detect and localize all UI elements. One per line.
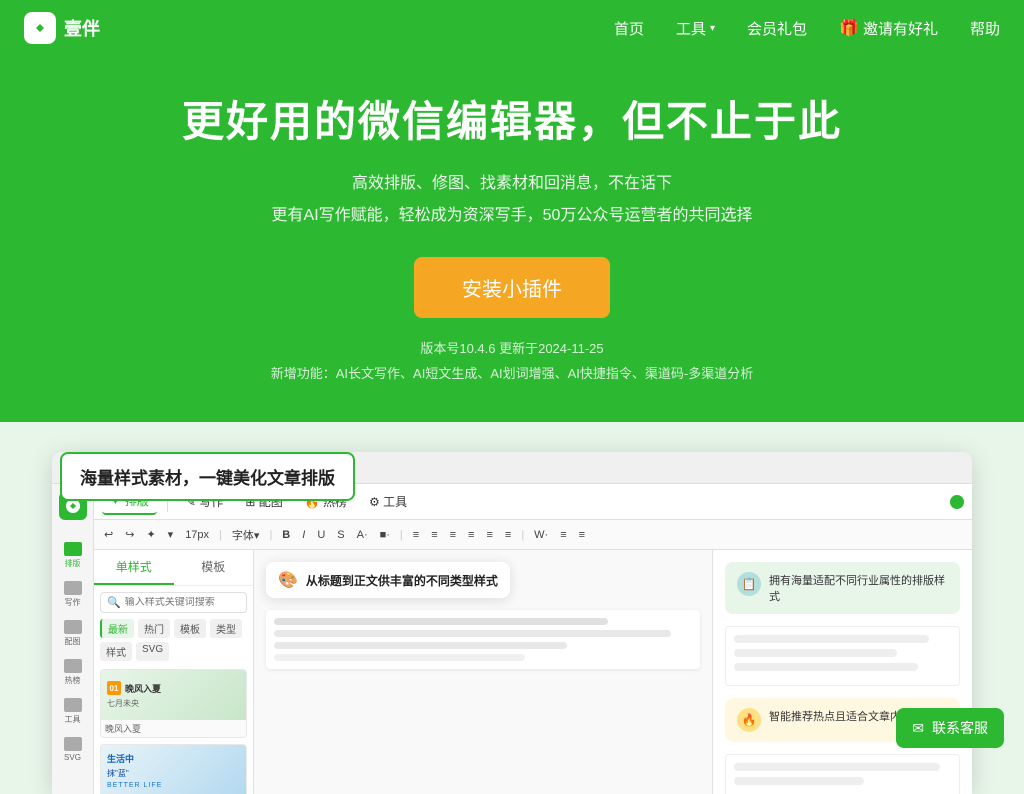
customer-service-button[interactable]: ✉ 联系客服 [896,708,1004,748]
style-tags: 最新 热门 模板 类型 样式 SVG [94,619,253,665]
app-content: 单样式 模板 🔍 最新 热门 模板 类型 样式 [94,550,972,794]
fmt-undo[interactable]: ↩ [100,526,117,543]
fmt-fontsize[interactable]: 17px [181,527,213,543]
gift-icon: 🎁 [839,18,859,38]
preview-line-4 [734,763,940,771]
fmt-bgcolor[interactable]: ■· [376,527,394,543]
search-icon: 🔍 [107,596,121,609]
tag-hot[interactable]: 热门 [138,619,170,638]
screenshot-section: 海量样式素材，一键美化文章排版 排版 [0,422,1024,794]
browser-window: 排版 写作 配图 热榜 工具 [52,452,972,794]
version-info: 版本号10.4.6 更新于2024-11-25 [420,338,603,357]
style-card-preview-1: 01 晚风入夏 七月未央 [101,670,246,720]
header: 壹伴 首页 工具 ▾ 会员礼包 🎁 邀请有好礼 帮助 [0,0,1024,56]
bubble-icon-1: 📋 [737,572,761,596]
fmt-align-right[interactable]: ≡ [446,527,460,543]
style-panel: 单样式 模板 🔍 最新 热门 模板 类型 样式 [94,550,254,794]
preview-bubble-1: 📋 拥有海量适配不同行业属性的排版样式 [725,562,960,614]
fmt-align-center[interactable]: ≡ [427,527,441,543]
install-button[interactable]: 安装小插件 [414,257,610,318]
tag-template[interactable]: 模板 [174,619,206,638]
fmt-italic[interactable]: I [298,527,309,543]
app-sidebar: 排版 写作 配图 热榜 工具 [52,484,94,794]
tag-style[interactable]: 样式 [100,642,132,661]
tab-template[interactable]: 模板 [174,550,254,585]
fmt-align-left[interactable]: ≡ [409,527,423,543]
logo-text: 壹伴 [64,15,100,41]
fmt-bold[interactable]: B [278,527,294,543]
nav-invite[interactable]: 🎁 邀请有好礼 [839,18,938,39]
header-nav: 首页 工具 ▾ 会员礼包 🎁 邀请有好礼 帮助 [614,18,1000,39]
bubble-icon-2: 🔥 [737,708,761,732]
fmt-dropdown[interactable]: ▾ [164,526,178,543]
hero-title: 更好用的微信编辑器，但不止于此 [182,88,842,149]
fmt-more[interactable]: ≡ [575,527,589,543]
tag-latest[interactable]: 最新 [100,619,134,638]
tab-single-style[interactable]: 单样式 [94,550,174,585]
style-panel-tabs: 单样式 模板 [94,550,253,586]
style-items: 01 晚风入夏 七月未央 晚风入夏 生活中 抹"蓝" [94,665,253,794]
tab-gongju[interactable]: ⚙ 工具 [361,489,415,514]
tools-arrow-icon: ▾ [710,23,715,34]
email-icon: ✉ [912,720,924,737]
hero-sub1: 高效排版、修图、找素材和回消息，不在话下 [352,169,672,193]
fmt-align-justify[interactable]: ≡ [464,527,478,543]
screenshot-badge: 海量样式素材，一键美化文章排版 [60,452,355,501]
sidebar-rebang[interactable]: 热榜 [55,653,91,692]
bubble-text-1: 拥有海量适配不同行业属性的排版样式 [769,572,948,604]
fmt-outdent[interactable]: ≡ [501,527,515,543]
toolbar-status-dot [950,495,964,509]
tag-svg[interactable]: SVG [136,642,169,661]
fmt-font[interactable]: 字体▾ [228,525,264,545]
sidebar-paiaban[interactable]: 排版 [55,536,91,575]
browser-body: 排版 写作 配图 热榜 工具 [52,484,972,794]
new-features: 新增功能：AI长文写作、AI短文生成、AI划词增强、AI快捷指令、渠道码-多渠道… [271,363,753,382]
logo-area[interactable]: 壹伴 [24,12,100,44]
nav-help[interactable]: 帮助 [970,18,1000,39]
app-main: ✦ 排版 ✎ 写作 ⊞ 配图 🔥 热榜 ⚙ 工具 [94,484,972,794]
fmt-underline[interactable]: U [313,527,329,543]
sidebar-xiezuo[interactable]: 写作 [55,575,91,614]
preview-line-1 [734,635,929,643]
bubble-text-2: 智能推荐热点且适合文章内容 [769,708,912,724]
content-line-3 [274,642,567,649]
palette-icon: 🎨 [278,570,298,590]
sidebar-gongju[interactable]: 工具 [55,692,91,731]
content-line-1 [274,618,608,625]
fmt-fontcolor[interactable]: A· [353,527,372,543]
nav-membership[interactable]: 会员礼包 [747,18,807,39]
preview-line-3 [734,663,918,671]
preview-line-2 [734,649,897,657]
format-toolbar: ↩ ↪ ✦ ▾ 17px | 字体▾ | B I U S A· ■· | ≡ ≡ [94,520,972,550]
floating-style-card: 🎨 从标题到正文供丰富的不同类型样式 [266,562,510,598]
hero-sub2: 更有AI写作赋能，轻松成为资深写手，50万公众号运营者的共同选择 [272,201,753,225]
floating-card-text: 从标题到正文供丰富的不同类型样式 [306,572,498,589]
tag-type[interactable]: 类型 [210,619,242,638]
fmt-strikethrough[interactable]: S [333,527,348,543]
preview-line-5 [734,777,864,785]
editor-content[interactable] [266,610,700,669]
style-item-2[interactable]: 生活中 抹"蓝" BETTER LIFE 生活·抹蓝 [100,744,247,794]
logo-icon [24,12,56,44]
nav-tools[interactable]: 工具 ▾ [676,18,715,39]
fmt-indent[interactable]: ≡ [482,527,496,543]
fmt-lineheight[interactable]: W· [530,527,552,543]
fmt-paint[interactable]: ✦ [142,526,159,543]
fmt-redo[interactable]: ↪ [121,526,138,543]
preview-area: 📋 拥有海量适配不同行业属性的排版样式 [712,550,972,794]
preview-text-lines [725,626,960,686]
sidebar-peitu[interactable]: 配图 [55,614,91,653]
style-item-1[interactable]: 01 晚风入夏 七月未央 晚风入夏 [100,669,247,738]
hero-section: 更好用的微信编辑器，但不止于此 高效排版、修图、找素材和回消息，不在话下 更有A… [0,0,1024,422]
editor-area[interactable]: 🎨 从标题到正文供丰富的不同类型样式 [254,550,712,794]
style-search-input[interactable] [125,597,240,608]
content-line-4 [274,654,525,661]
fmt-list[interactable]: ≡ [556,527,570,543]
sidebar-svg[interactable]: SVG [55,731,91,768]
content-line-2 [274,630,671,637]
nav-home[interactable]: 首页 [614,18,644,39]
preview-text-lines-2 [725,754,960,794]
style-search[interactable]: 🔍 [100,592,247,613]
